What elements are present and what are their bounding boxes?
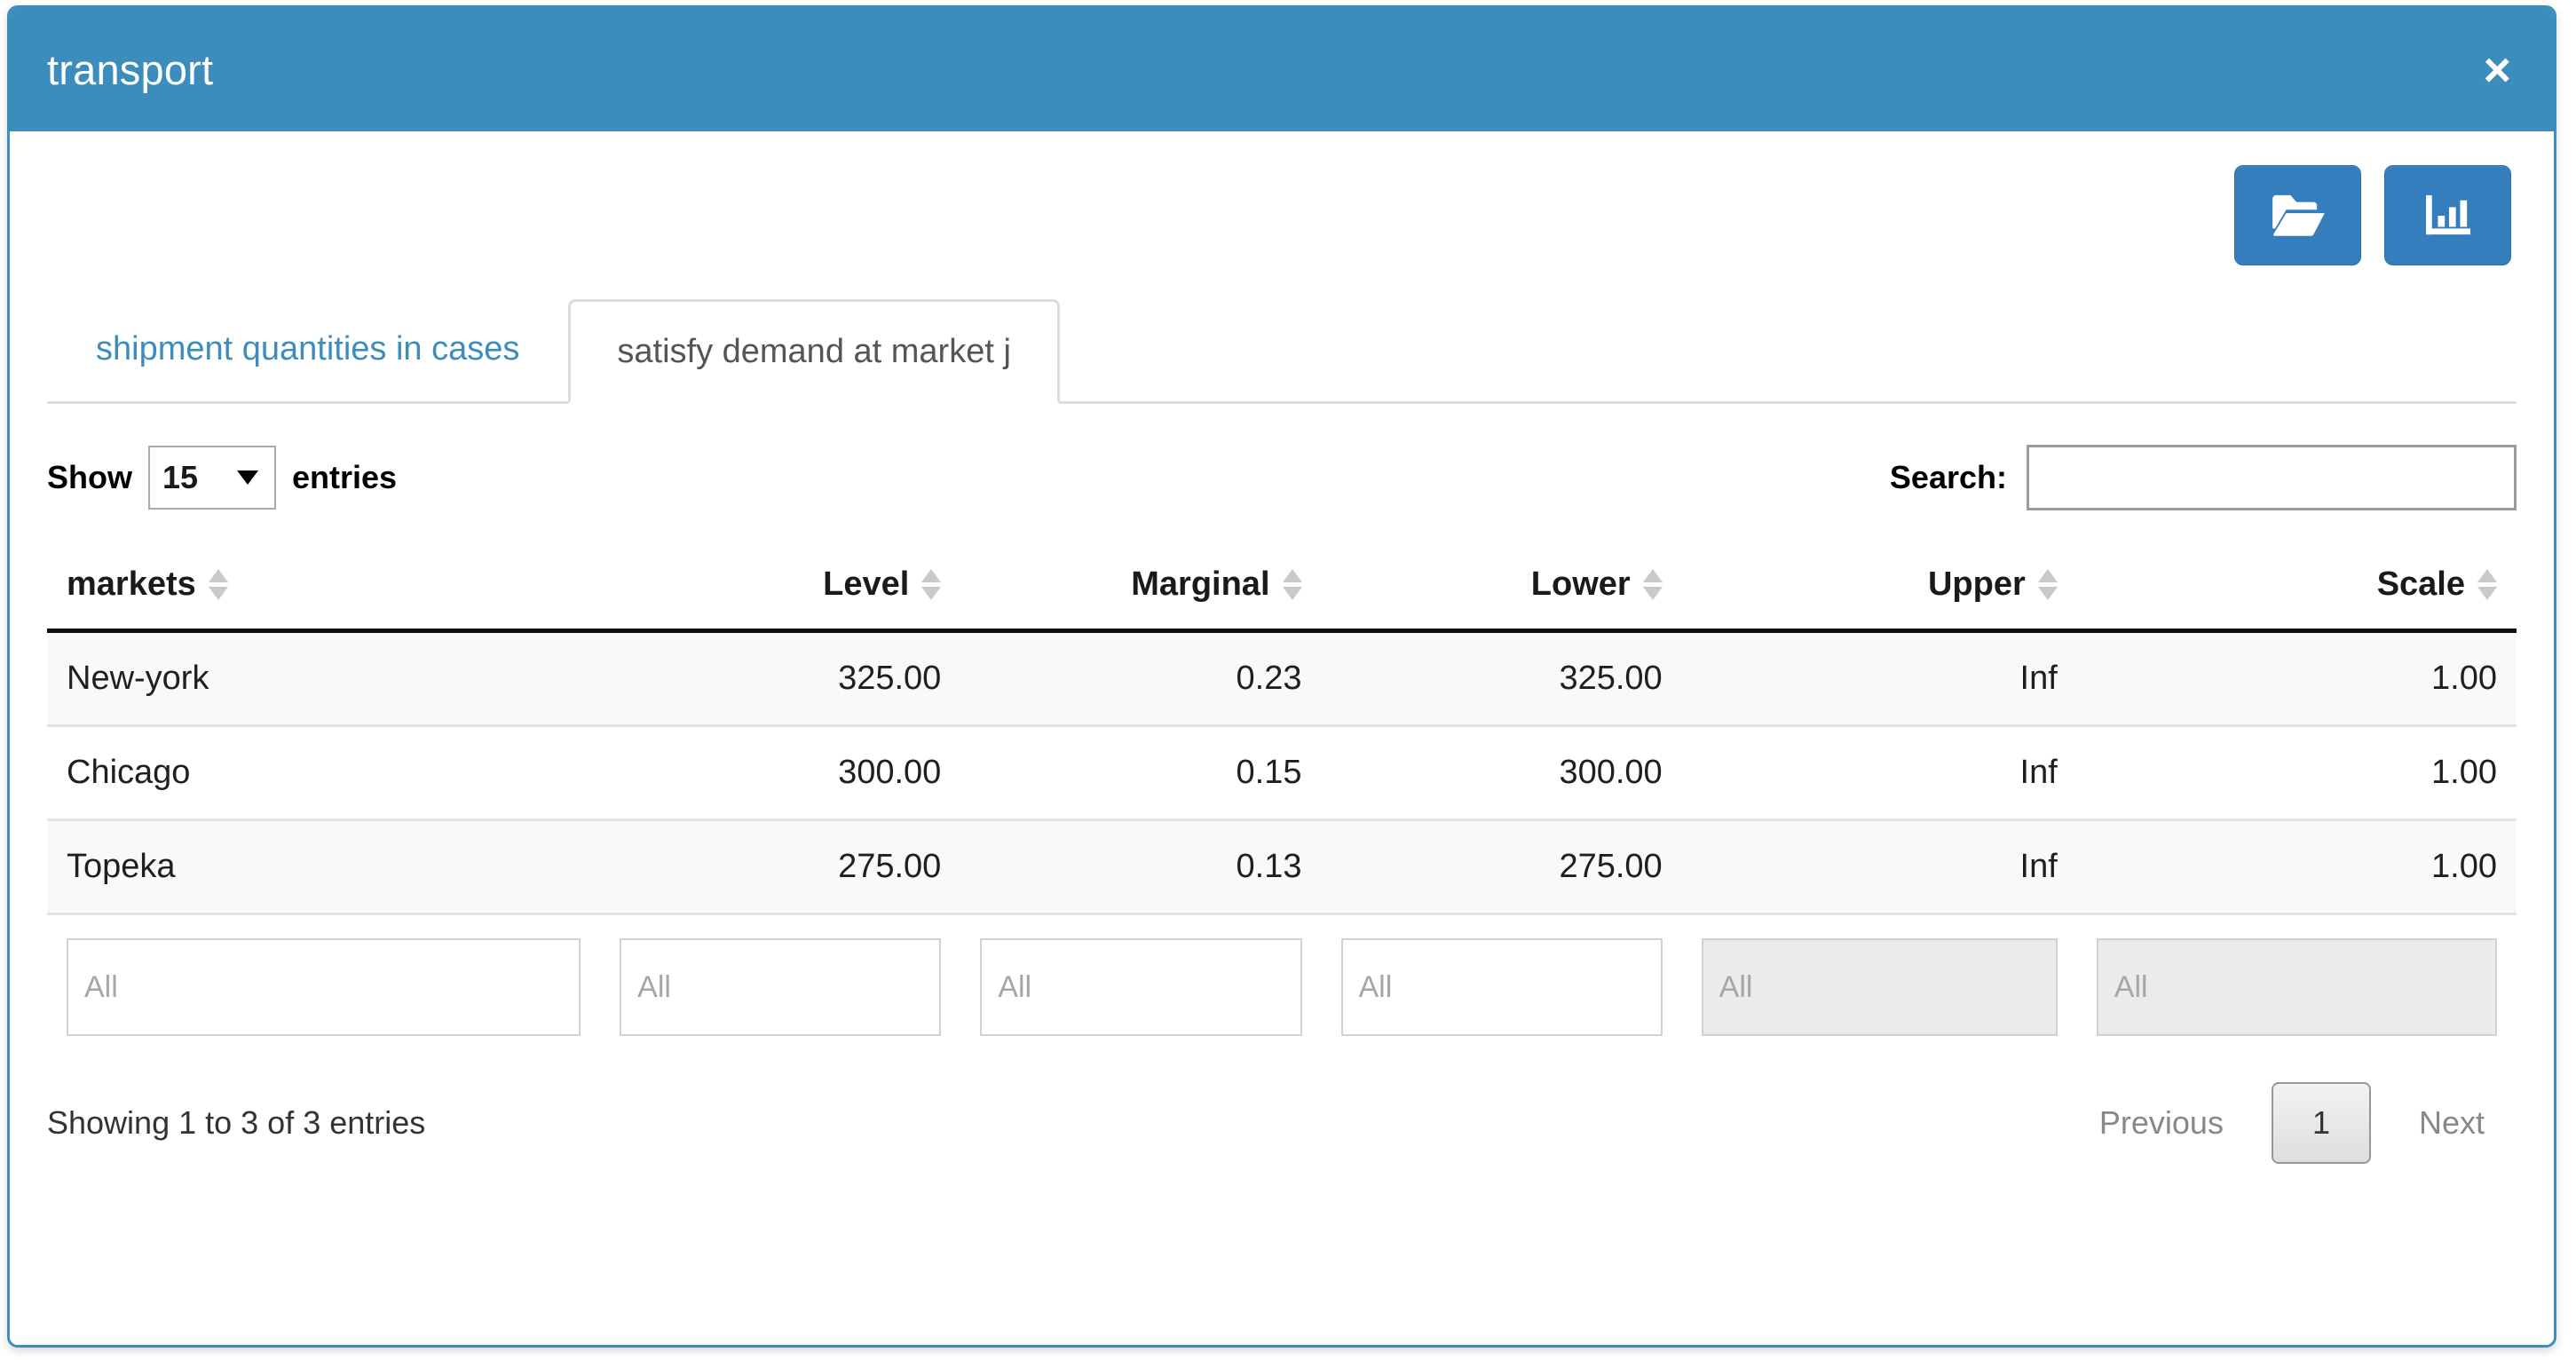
- column-header-label: Scale: [2376, 565, 2465, 603]
- tab-shipment-quantities-in-cases[interactable]: shipment quantities in cases: [47, 297, 568, 401]
- chart-button[interactable]: [2384, 165, 2511, 265]
- sort-icon: [2037, 569, 2058, 600]
- filter-cell-scale: [2077, 938, 2517, 1036]
- entries-label: entries: [292, 459, 398, 495]
- next-page-button[interactable]: Next: [2387, 1086, 2517, 1160]
- column-filter-row: [47, 938, 2517, 1036]
- filter-cell-upper: [1682, 938, 2077, 1036]
- page-title: transport: [47, 46, 214, 93]
- tab-label: shipment quantities in cases: [96, 330, 520, 368]
- toolbar: [47, 131, 2517, 265]
- table-row[interactable]: New-york 325.00 0.23 325.00 Inf 1.00: [47, 630, 2517, 727]
- sort-icon: [208, 569, 228, 600]
- column-header-marginal[interactable]: Marginal: [960, 542, 1322, 633]
- folder-open-icon: [2271, 194, 2326, 238]
- search-input[interactable]: [2027, 445, 2517, 510]
- filter-input-upper[interactable]: [1701, 938, 2058, 1036]
- column-header-scale[interactable]: Scale: [2076, 542, 2517, 633]
- column-header-lower[interactable]: Lower: [1321, 542, 1682, 633]
- filter-input-markets[interactable]: [67, 938, 581, 1036]
- sort-icon: [1282, 569, 1302, 600]
- column-header-level[interactable]: Level: [600, 542, 961, 633]
- bar-chart-icon: [2423, 194, 2473, 238]
- filter-cell-markets: [47, 938, 600, 1036]
- column-header-label: Marginal: [1131, 565, 1270, 603]
- cell-marginal: 0.23: [960, 630, 1322, 727]
- entries-length-value: 15: [162, 459, 199, 495]
- cell-upper: Inf: [1681, 819, 2077, 915]
- cell-upper: Inf: [1681, 630, 2077, 727]
- filter-input-lower[interactable]: [1340, 938, 1663, 1036]
- dialog-title-bar: transport ×: [10, 8, 2554, 131]
- table-footer: Showing 1 to 3 of 3 entries Previous 1 N…: [47, 1082, 2517, 1164]
- cell-upper: Inf: [1681, 725, 2077, 821]
- cell-scale: 1.00: [2076, 630, 2517, 727]
- column-header-markets[interactable]: markets: [47, 542, 601, 633]
- cell-markets: New-york: [47, 630, 601, 727]
- transport-dialog: transport × shipment quantities in cases…: [7, 5, 2556, 1348]
- tab-bar: shipment quantities in cases satisfy dem…: [47, 299, 2517, 404]
- pagination: Previous 1 Next: [2067, 1082, 2517, 1164]
- filter-input-scale[interactable]: [2096, 938, 2497, 1036]
- filter-input-marginal[interactable]: [980, 938, 1302, 1036]
- column-header-upper[interactable]: Upper: [1681, 542, 2077, 633]
- table-info: Showing 1 to 3 of 3 entries: [47, 1104, 426, 1141]
- column-header-label: markets: [67, 565, 196, 603]
- open-folder-button[interactable]: [2234, 165, 2361, 265]
- cell-lower: 300.00: [1321, 725, 1682, 821]
- cell-markets: Chicago: [47, 725, 601, 821]
- cell-marginal: 0.13: [960, 819, 1322, 915]
- previous-page-button[interactable]: Previous: [2067, 1086, 2256, 1160]
- sort-icon: [921, 569, 942, 600]
- column-header-label: Level: [823, 565, 910, 603]
- cell-marginal: 0.15: [960, 725, 1322, 821]
- tab-satisfy-demand-at-market-j[interactable]: satisfy demand at market j: [568, 299, 1060, 404]
- results-table: markets Level Marginal Lower Upper Scale…: [47, 542, 2517, 915]
- search-label: Search:: [1889, 459, 2007, 495]
- table-row[interactable]: Topeka 275.00 0.13 275.00 Inf 1.00: [47, 819, 2517, 915]
- entries-length-control: Show 15 entries: [47, 446, 397, 510]
- sort-icon: [2477, 569, 2497, 600]
- dialog-body: shipment quantities in cases satisfy dem…: [10, 131, 2554, 1345]
- filter-cell-lower: [1322, 938, 1682, 1036]
- filter-cell-marginal: [960, 938, 1321, 1036]
- column-header-label: Lower: [1530, 565, 1631, 603]
- show-label: Show: [47, 459, 132, 495]
- entries-length-select[interactable]: 15: [148, 446, 276, 510]
- cell-markets: Topeka: [47, 819, 601, 915]
- filter-input-level[interactable]: [620, 938, 942, 1036]
- cell-lower: 325.00: [1321, 630, 1682, 727]
- table-controls: Show 15 entries Search:: [47, 443, 2517, 512]
- search-control: Search:: [1890, 445, 2517, 510]
- tab-label: satisfy demand at market j: [617, 333, 1011, 370]
- cell-level: 325.00: [600, 630, 961, 727]
- column-header-label: Upper: [1927, 565, 2026, 603]
- cell-lower: 275.00: [1321, 819, 1682, 915]
- cell-scale: 1.00: [2076, 725, 2517, 821]
- cell-level: 300.00: [600, 725, 961, 821]
- cell-scale: 1.00: [2076, 819, 2517, 915]
- chevron-down-icon: [237, 470, 258, 485]
- sort-icon: [1642, 569, 1663, 600]
- cell-level: 275.00: [600, 819, 961, 915]
- close-icon[interactable]: ×: [2474, 41, 2520, 99]
- page-1-button[interactable]: 1: [2271, 1082, 2371, 1164]
- filter-cell-level: [600, 938, 960, 1036]
- table-row[interactable]: Chicago 300.00 0.15 300.00 Inf 1.00: [47, 725, 2517, 821]
- table-header-row: markets Level Marginal Lower Upper Scale: [47, 542, 2517, 633]
